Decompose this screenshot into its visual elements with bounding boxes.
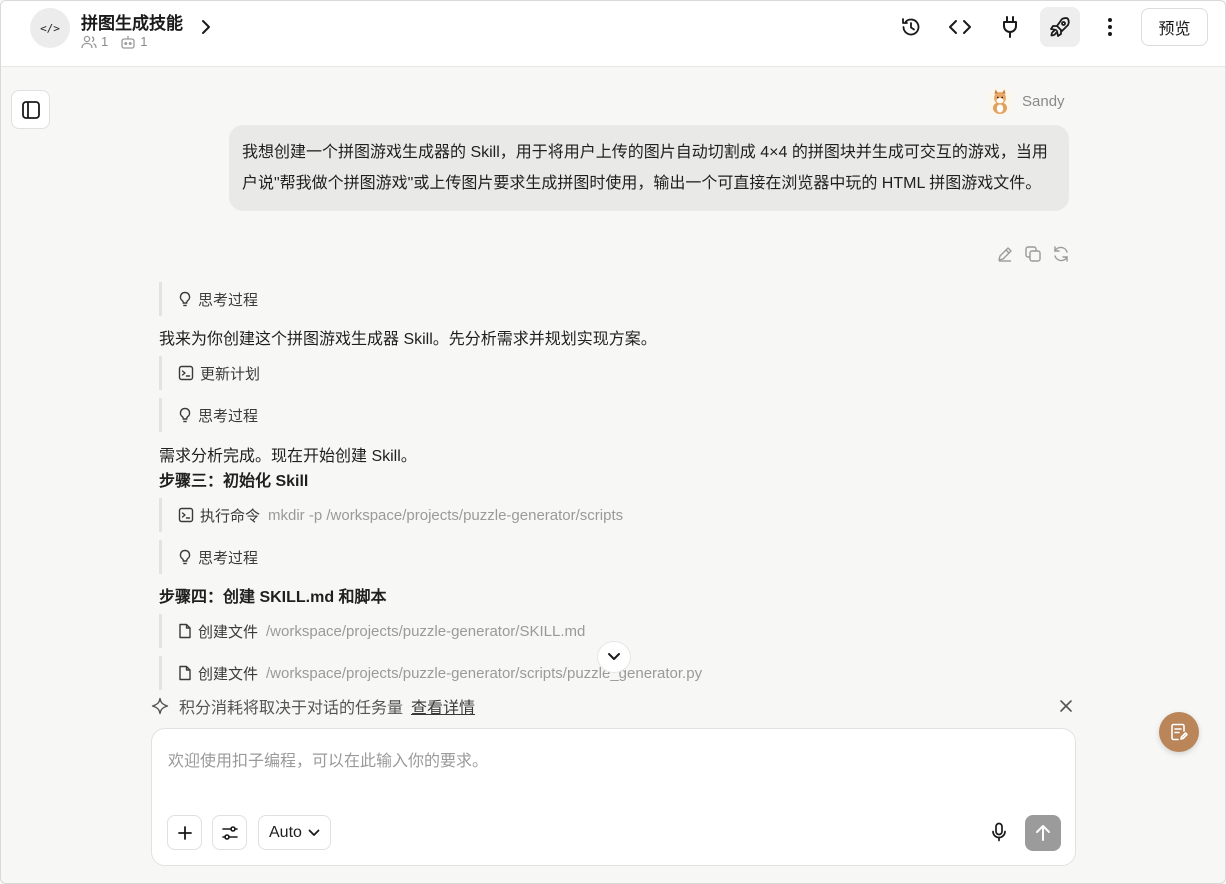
step3-heading: 步骤三：初始化 Skill — [159, 473, 309, 490]
thinking-label: 思考过程 — [198, 291, 259, 309]
members-icon — [81, 35, 97, 49]
members-count: 1 — [101, 34, 109, 49]
chat-input[interactable]: 欢迎使用扣子编程，可以在此输入你的要求。 — [168, 747, 488, 771]
bot-icon — [120, 35, 136, 49]
create-file-path: /workspace/projects/puzzle-generator/scr… — [266, 664, 703, 682]
settings-sliders-icon[interactable] — [212, 815, 247, 850]
thinking-step-2[interactable]: 思考过程 — [159, 398, 258, 432]
project-code-icon[interactable]: </> — [30, 8, 70, 48]
plug-icon[interactable] — [990, 7, 1030, 47]
regenerate-icon[interactable] — [1051, 244, 1071, 264]
project-meta: 1 1 — [81, 34, 147, 49]
preview-button[interactable]: 预览 — [1141, 8, 1208, 46]
top-header: </> 拼图生成技能 1 1 预览 — [1, 1, 1225, 67]
exec-command: mkdir -p /workspace/projects/puzzle-gene… — [268, 506, 624, 524]
chevron-right-icon[interactable] — [197, 17, 215, 37]
create-file-path: /workspace/projects/puzzle-generator/SKI… — [266, 622, 586, 640]
sidebar-toggle-icon[interactable] — [11, 90, 50, 129]
copy-icon[interactable] — [1023, 244, 1043, 264]
create-file-label: 创建文件 — [198, 623, 259, 641]
step4-heading: 步骤四：创建 SKILL.md 和脚本 — [159, 589, 387, 606]
terminal-icon — [178, 365, 194, 381]
close-icon[interactable] — [1055, 695, 1077, 717]
send-button[interactable] — [1025, 815, 1061, 851]
exec-label: 执行命令 — [200, 507, 261, 525]
notice-text: 积分消耗将取决于对话的任务量 — [179, 700, 404, 717]
assistant-intro-text: 我来为你创建这个拼图游戏生成器 Skill。先分析需求并规划实现方案。 — [159, 331, 657, 348]
create-file-step-1[interactable]: 创建文件 /workspace/projects/puzzle-generato… — [159, 614, 585, 648]
update-plan-label: 更新计划 — [200, 365, 261, 383]
file-icon — [178, 623, 192, 639]
thinking-label: 思考过程 — [198, 549, 259, 567]
mode-label: Auto — [269, 823, 302, 841]
analysis-done-text: 需求分析完成。现在开始创建 Skill。 — [159, 448, 417, 465]
lightbulb-icon — [178, 549, 192, 565]
thinking-label: 思考过程 — [198, 407, 259, 425]
chat-composer: 欢迎使用扣子编程，可以在此输入你的要求。 Auto — [151, 728, 1076, 866]
update-plan-step[interactable]: 更新计划 — [159, 356, 260, 390]
terminal-icon — [178, 507, 194, 523]
project-title[interactable]: 拼图生成技能 — [81, 9, 183, 34]
user-message-bubble: 我想创建一个拼图游戏生成器的 Skill，用于将用户上传的图片自动切割成 4×4… — [229, 125, 1069, 211]
lightbulb-icon — [178, 407, 192, 423]
history-icon[interactable] — [891, 7, 931, 47]
notice-details-link[interactable]: 查看详情 — [411, 694, 475, 718]
chevron-down-icon — [308, 824, 320, 842]
bots-count: 1 — [140, 34, 148, 49]
exec-command-step[interactable]: 执行命令 mkdir -p /workspace/projects/puzzle… — [159, 498, 623, 532]
rocket-icon[interactable] — [1040, 7, 1080, 47]
thinking-step-1[interactable]: 思考过程 — [159, 282, 258, 316]
model-mode-select[interactable]: Auto — [258, 815, 331, 850]
file-icon — [178, 665, 192, 681]
microphone-icon[interactable] — [987, 820, 1011, 844]
notes-fab-icon[interactable] — [1159, 712, 1199, 752]
sparkle-icon — [151, 697, 171, 715]
code-icon[interactable] — [940, 7, 980, 47]
user-name: Sandy — [1022, 92, 1065, 110]
app-window: </> 拼图生成技能 1 1 预览 Sandy 我想创建一个拼图游戏生成器的 S… — [0, 0, 1226, 884]
lightbulb-icon — [178, 291, 192, 307]
user-header: Sandy — [986, 87, 1065, 115]
scroll-down-icon[interactable] — [597, 641, 631, 673]
message-actions — [995, 244, 1071, 264]
edit-icon[interactable] — [995, 244, 1015, 264]
create-file-label: 创建文件 — [198, 665, 259, 683]
thinking-step-3[interactable]: 思考过程 — [159, 540, 258, 574]
add-attachment-button[interactable] — [167, 815, 202, 850]
more-vertical-icon[interactable] — [1090, 7, 1130, 47]
credits-notice: 积分消耗将取决于对话的任务量 查看详情 — [151, 693, 1077, 719]
user-avatar — [986, 87, 1014, 115]
